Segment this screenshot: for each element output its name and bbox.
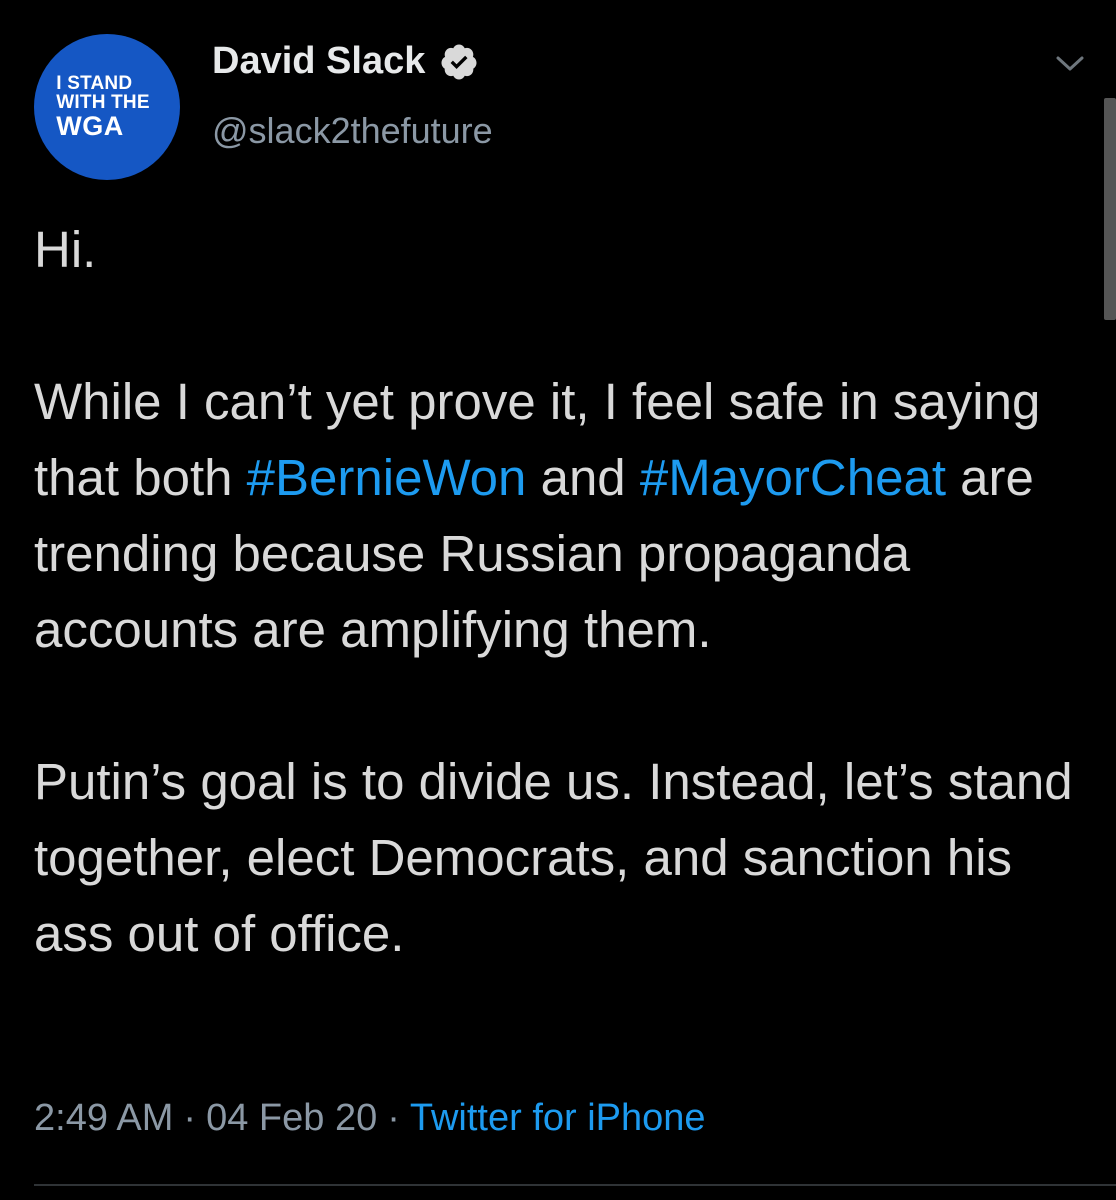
meta-separator: · [183, 1097, 197, 1139]
avatar-text: I STAND WITH THE WGA [56, 72, 150, 141]
tweet-paragraph-3: Putin’s goal is to divide us. Instead, l… [34, 753, 1073, 962]
avatar[interactable]: I STAND WITH THE WGA [34, 34, 180, 180]
meta-separator: · [387, 1097, 400, 1139]
scrollbar-thumb[interactable] [1104, 98, 1116, 320]
tweet-text-segment: and [526, 449, 640, 506]
chevron-down-icon[interactable] [1052, 48, 1088, 78]
tweet-text: Hi. While I can’t yet prove it, I feel s… [34, 212, 1094, 972]
avatar-line-2: WITH THE [56, 92, 150, 114]
verified-badge-icon [439, 42, 479, 82]
author-handle[interactable]: @slack2thefuture [212, 110, 493, 152]
tweet-paragraph-1: Hi. [34, 221, 97, 278]
avatar-line-3: WGA [56, 110, 124, 141]
avatar-line-1: I STAND [56, 72, 133, 94]
display-name[interactable]: David Slack [212, 40, 425, 83]
tweet-date[interactable]: 04 Feb 20 [206, 1097, 377, 1139]
divider [34, 1184, 1116, 1186]
hashtag-bernie-won[interactable]: #BernieWon [247, 449, 527, 506]
tweet-source-link[interactable]: Twitter for iPhone [410, 1097, 706, 1139]
author-name-row: David Slack [212, 40, 479, 83]
tweet-time[interactable]: 2:49 AM [34, 1097, 173, 1139]
tweet-meta: 2:49 AM · 04 Feb 20 · Twitter for iPhone [34, 1097, 706, 1140]
tweet-paragraph-2: While I can’t yet prove it, I feel safe … [34, 364, 1094, 668]
hashtag-mayor-cheat[interactable]: #MayorCheat [640, 449, 946, 506]
